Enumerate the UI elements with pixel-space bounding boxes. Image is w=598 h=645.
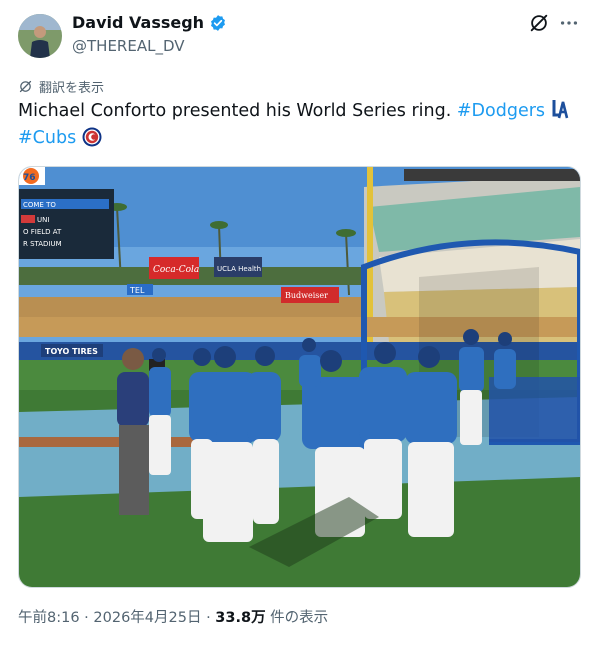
tweet-date[interactable]: 2026年4月25日 (93, 610, 201, 626)
svg-text:UCLA Health: UCLA Health (217, 265, 261, 273)
scoreboard-line-2: UNI (37, 216, 49, 224)
sign-tel: TEL (129, 286, 145, 295)
svg-text:Budweiser: Budweiser (285, 291, 328, 300)
grok-icon[interactable] (528, 12, 550, 34)
author-name-row[interactable]: David Vassegh (72, 13, 227, 32)
meta-separator-2: · (201, 610, 216, 626)
svg-text:Coca-Cola: Coca-Cola (153, 265, 199, 275)
tweet-text: Michael Conforto presented his World Ser… (18, 98, 578, 152)
hashtag-dodgers[interactable]: #Dodgers (457, 101, 545, 121)
view-count[interactable]: 33.8万 (215, 610, 265, 626)
photo-illustration: COME TO UNI O FIELD AT R STADIUM 76 Coca… (19, 167, 580, 587)
tweet-photo[interactable]: COME TO UNI O FIELD AT R STADIUM 76 Coca… (18, 166, 581, 588)
tweet-body: Michael Conforto presented his World Ser… (18, 101, 452, 121)
tweet-meta: 午前8:16 · 2026年4月25日 · 33.8万 件の表示 (18, 606, 328, 627)
view-count-suffix: 件の表示 (265, 610, 329, 626)
translate-icon (19, 80, 32, 93)
verified-badge-icon (211, 14, 226, 31)
sign-toyo: TOYO TIRES (45, 347, 98, 356)
scoreboard-line-3: O FIELD AT (23, 228, 62, 236)
hashtag-cubs[interactable]: #Cubs (18, 128, 76, 148)
more-icon[interactable] (558, 12, 580, 34)
avatar[interactable] (18, 14, 62, 58)
scoreboard-line-4: R STADIUM (23, 240, 62, 248)
meta-separator: · (79, 610, 94, 626)
author-handle[interactable]: @THEREAL_DV (72, 37, 185, 55)
sign-76: 76 (23, 173, 36, 183)
author-display-name[interactable]: David Vassegh (72, 13, 204, 32)
scoreboard-line-1: COME TO (23, 201, 56, 209)
tweet-time[interactable]: 午前8:16 (18, 610, 80, 626)
la-logo-icon (552, 100, 568, 119)
cubs-logo-icon (82, 127, 102, 147)
translate-link[interactable]: 翻訳を表示 (18, 77, 104, 96)
translate-label[interactable]: 翻訳を表示 (39, 77, 104, 96)
